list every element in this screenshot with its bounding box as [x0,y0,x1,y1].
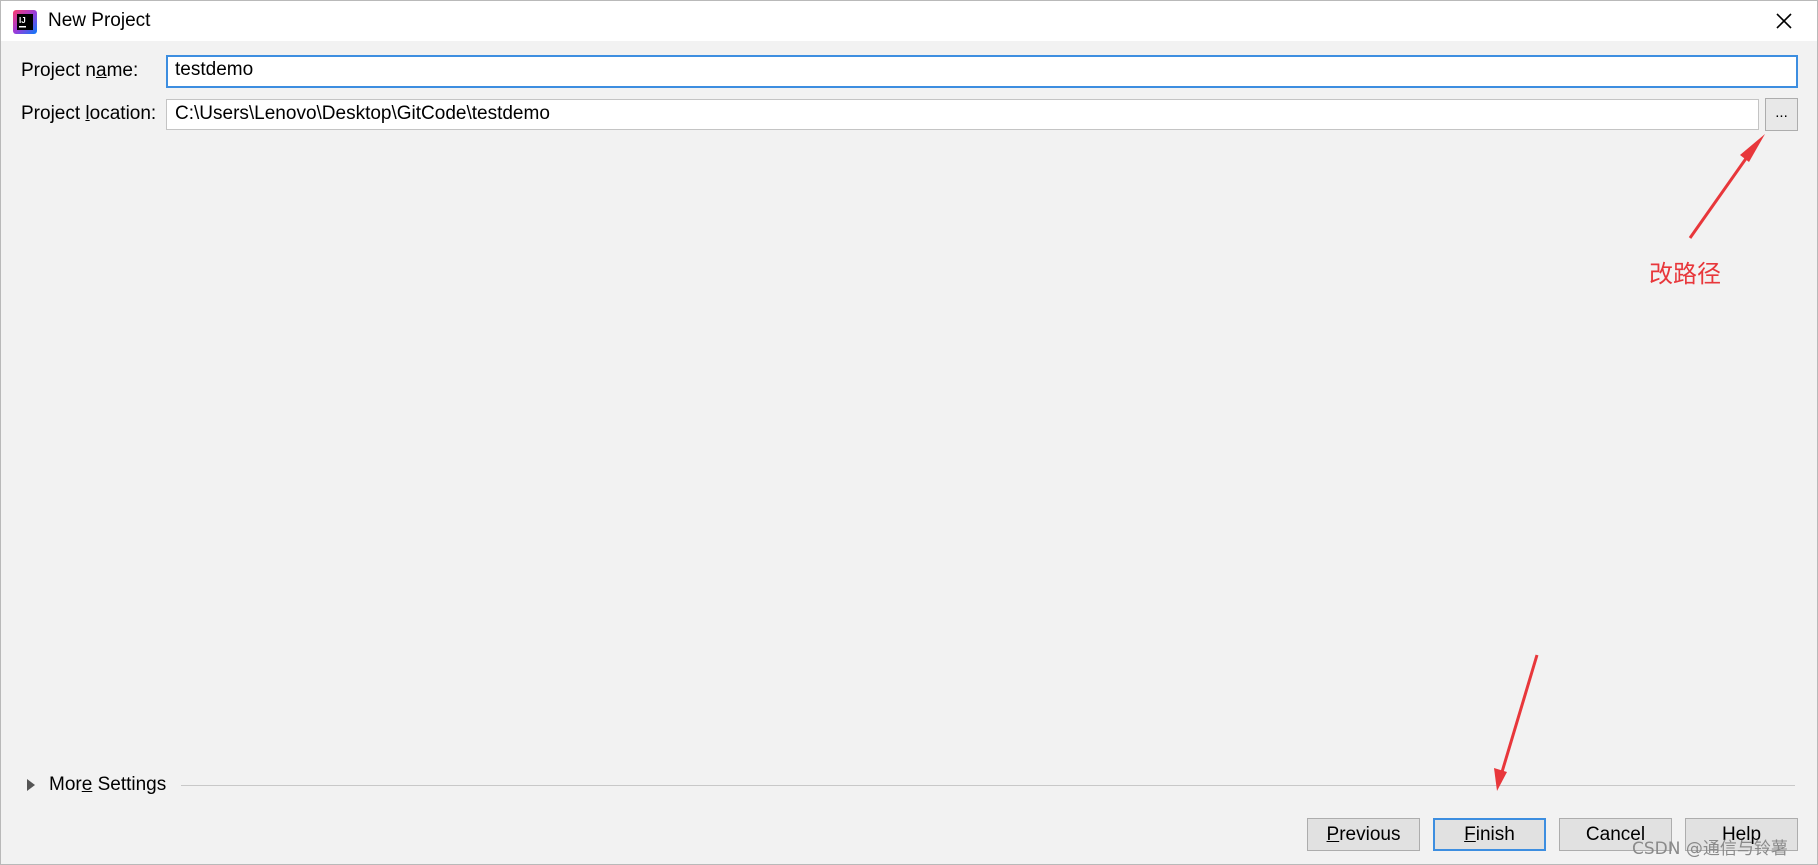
csdn-watermark: CSDN @通信与铃薯 [1632,839,1788,859]
project-location-label: Project location: [21,103,157,124]
project-name-input[interactable]: testdemo [166,55,1798,88]
intellij-idea-icon: IJ [13,10,37,34]
more-settings-toggle[interactable]: More Settings [27,773,166,797]
finish-button[interactable]: Finish [1433,818,1546,851]
project-name-label: Project name: [21,60,139,81]
project-location-input[interactable]: C:\Users\Lenovo\Desktop\GitCode\testdemo [166,99,1759,130]
svg-text:IJ: IJ [19,16,26,25]
more-settings-divider [181,785,1795,786]
window-title: New Project [48,10,151,31]
more-settings-label: More Settings [49,774,167,795]
title-bar: IJ New Project [1,1,1817,41]
close-icon [1776,13,1792,29]
change-path-annotation-text: 改路径 [1649,260,1721,288]
previous-button[interactable]: Previous [1307,818,1420,851]
new-project-dialog: IJ New Project Project name: testdemo Pr… [0,0,1818,865]
browse-location-button[interactable]: ... [1765,98,1798,131]
close-button[interactable] [1751,1,1817,41]
triangle-right-icon [27,779,35,791]
